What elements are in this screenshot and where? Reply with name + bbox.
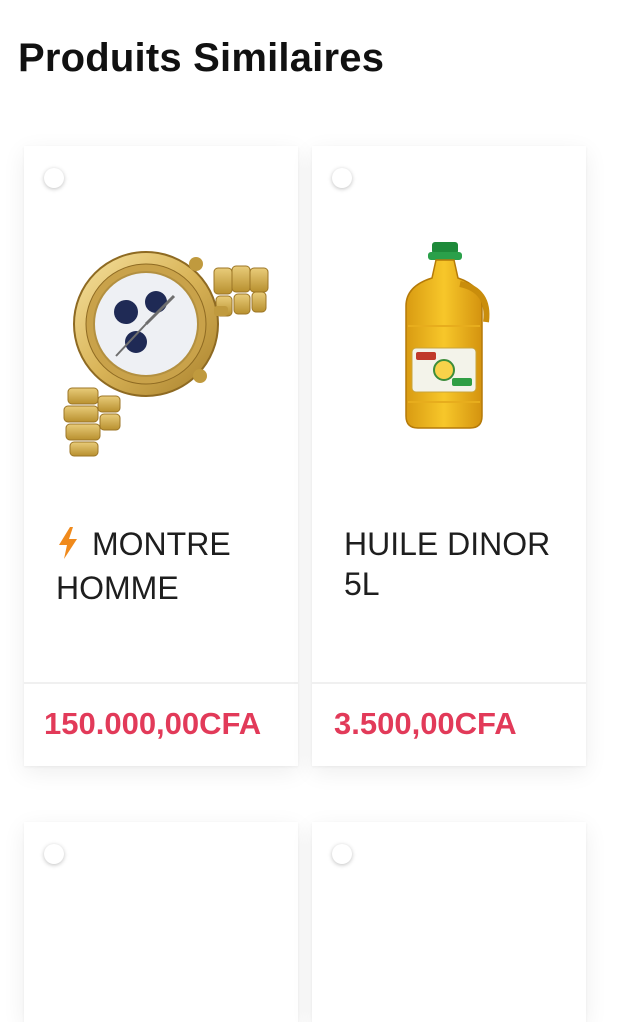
product-name[interactable]: HUILE DINOR 5L — [344, 524, 564, 604]
select-radio[interactable] — [44, 168, 64, 188]
oil-bottle-icon — [405, 242, 490, 429]
card-divider — [24, 682, 298, 684]
lightning-bolt-icon — [56, 527, 82, 568]
watch-icon — [63, 251, 269, 457]
product-card[interactable] — [24, 822, 298, 1022]
select-radio[interactable] — [44, 844, 64, 864]
product-price: 3.500,00CFA — [334, 706, 517, 741]
product-card-montre-homme[interactable]: MONTRE HOMME 150.000,00CFA — [24, 146, 298, 766]
product-image-watch[interactable] — [24, 206, 298, 486]
card-divider — [312, 682, 586, 684]
product-name[interactable]: MONTRE HOMME — [56, 524, 276, 608]
select-radio[interactable] — [332, 168, 352, 188]
select-radio[interactable] — [332, 844, 352, 864]
product-price: 150.000,00CFA — [44, 706, 262, 741]
product-image-oil-bottle[interactable] — [312, 206, 586, 486]
section-title: Produits Similaires — [18, 36, 385, 80]
product-card-huile-dinor[interactable]: HUILE DINOR 5L 3.500,00CFA — [312, 146, 586, 766]
product-card[interactable] — [312, 822, 586, 1022]
